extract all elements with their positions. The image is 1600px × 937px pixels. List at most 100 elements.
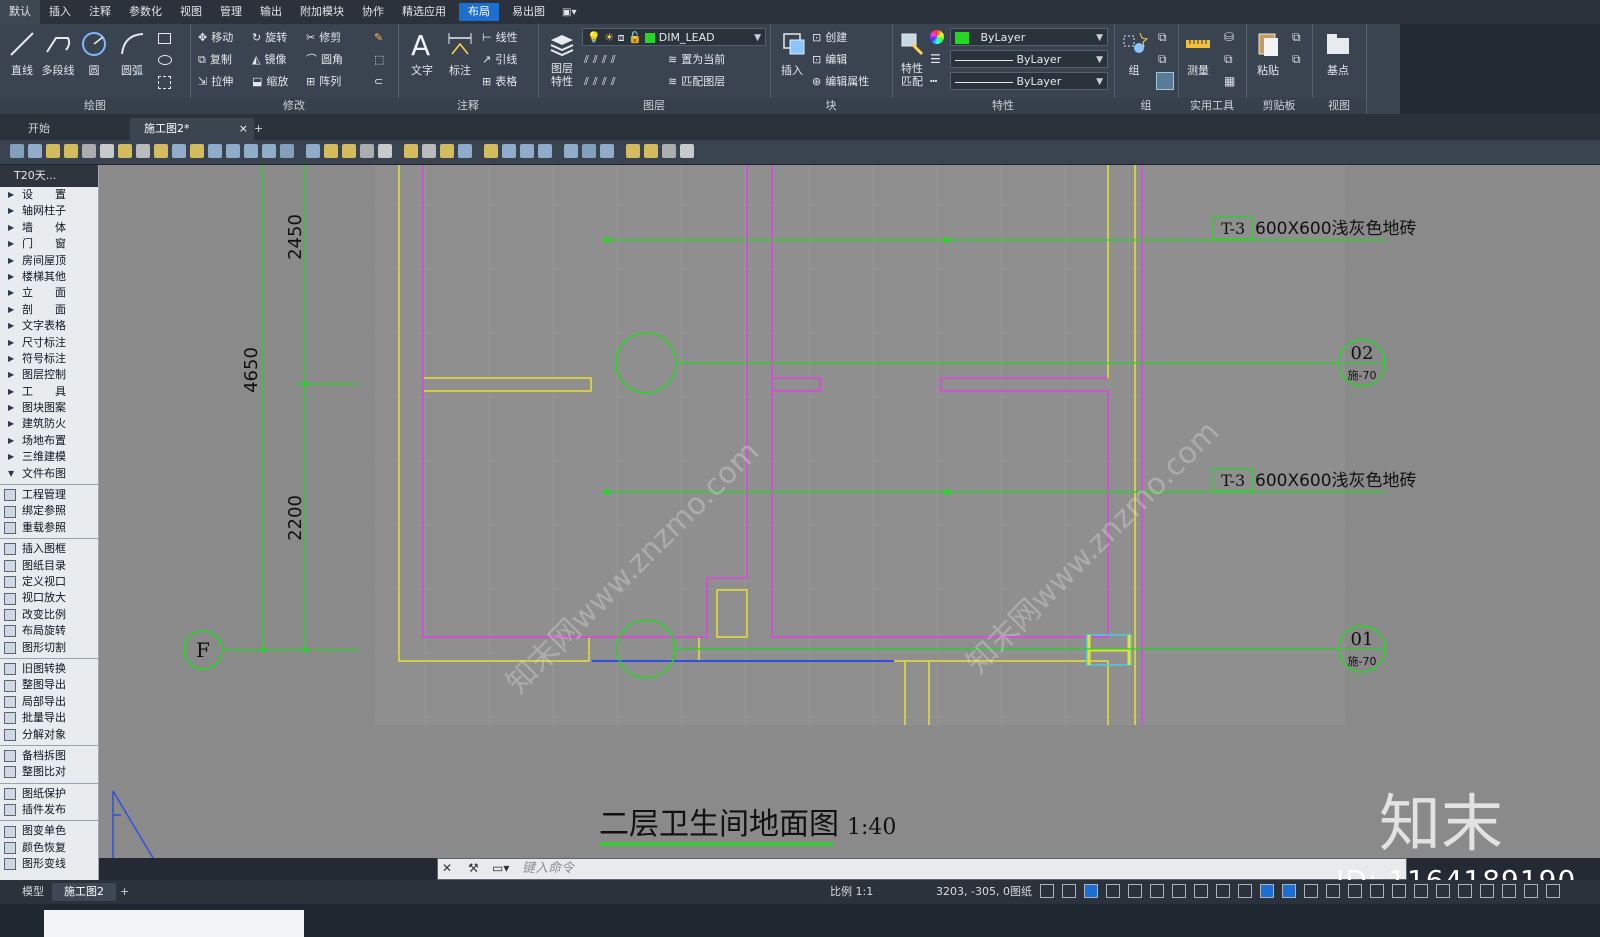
layer-tool-icon-2[interactable]	[46, 144, 60, 158]
line-button[interactable]: 直线	[2, 24, 42, 78]
view-panel-footer[interactable]: 视图	[1312, 98, 1366, 114]
layer-properties-button[interactable]: 图层 特性	[542, 24, 582, 88]
t20-cmd-group3-0[interactable]: 旧图转换	[0, 661, 98, 677]
layer-tool-icon-29[interactable]	[564, 144, 578, 158]
draw-panel-footer[interactable]: 绘图	[0, 98, 190, 114]
t20-cmd-group5-0[interactable]: 图纸保护	[0, 786, 98, 802]
status-toggle-icon-6[interactable]	[1172, 884, 1186, 898]
layer-tool-icon-6[interactable]	[118, 144, 132, 158]
layer-tool-icon-35[interactable]	[680, 144, 694, 158]
wrench-icon[interactable]: ⚒	[468, 861, 479, 875]
clipboard-panel-footer[interactable]: 剪贴板	[1246, 98, 1312, 114]
t20-cmd-group3-4[interactable]: 分解对象	[0, 727, 98, 743]
quick-select-icon[interactable]: ⛁	[1224, 30, 1234, 44]
arc-button[interactable]: 圆弧	[112, 24, 152, 78]
t20-menu-8[interactable]: ▶ 文字表格	[0, 318, 98, 334]
cut-icon[interactable]: ⧉	[1292, 30, 1301, 45]
t20-cmd-group2-0[interactable]: 插入图框	[0, 541, 98, 557]
lineweight-dropdown[interactable]: ByLayer ▼	[950, 50, 1108, 68]
status-toggle-icon-16[interactable]	[1392, 884, 1406, 898]
layer-tool-icon-7[interactable]	[136, 144, 150, 158]
t20-cmd-group4-1[interactable]: 整图比对	[0, 764, 98, 780]
status-toggle-icon-13[interactable]	[1326, 884, 1340, 898]
layer-unisolate-icon[interactable]: ⫽	[593, 72, 598, 92]
menu-item-11[interactable]: 易出图	[503, 0, 554, 24]
status-toggle-icon-11[interactable]	[1282, 884, 1296, 898]
match-layer-button[interactable]: ≋ 匹配图层	[668, 72, 725, 92]
ellipse-button[interactable]	[158, 50, 172, 70]
status-toggle-icon-2[interactable]	[1084, 884, 1098, 898]
layer-tool-icon-22[interactable]	[422, 144, 436, 158]
close-icon[interactable]: ✕	[442, 861, 452, 875]
annotation-panel-footer[interactable]: 注释	[398, 98, 538, 114]
t20-menu-15[interactable]: ▶ 场地布置	[0, 433, 98, 449]
layer-tool-icon-4[interactable]	[82, 144, 96, 158]
status-toggle-icon-18[interactable]	[1436, 884, 1450, 898]
t20-menu-17[interactable]: ▼ 文件布图	[0, 466, 98, 482]
layer-tool-icon-5[interactable]	[100, 144, 114, 158]
t20-menu-3[interactable]: ▶ 门 窗	[0, 236, 98, 252]
scale-readout[interactable]: 比例 1:1	[830, 883, 873, 901]
status-toggle-icon-12[interactable]	[1304, 884, 1318, 898]
trim-button[interactable]: ✂ 修剪	[306, 28, 341, 48]
mirror-button[interactable]: ◭ 镜像	[252, 50, 286, 70]
status-toggle-icon-14[interactable]	[1348, 884, 1362, 898]
menu-item-8[interactable]: 协作	[353, 0, 393, 24]
t20-menu-1[interactable]: ▶ 轴网柱子	[0, 203, 98, 219]
polyline-button[interactable]: 多段线	[38, 24, 78, 78]
status-toggle-icon-17[interactable]	[1414, 884, 1428, 898]
status-toggle-icon-1[interactable]	[1062, 884, 1076, 898]
layer-tool-icon-19[interactable]	[360, 144, 374, 158]
fillet-button[interactable]: ⌒ 圆角	[306, 50, 343, 70]
set-current-button[interactable]: ≋ 置为当前	[668, 50, 725, 70]
t20-menu-7[interactable]: ▶ 剖 面	[0, 302, 98, 318]
status-toggle-icon-23[interactable]	[1546, 884, 1560, 898]
layer-on-icon[interactable]: ⫽	[584, 72, 589, 92]
add-layout-button[interactable]: +	[114, 883, 135, 901]
edit-attribute-button[interactable]: ⊛ 编辑属性	[812, 72, 869, 92]
calculator-icon[interactable]: ▦	[1224, 74, 1235, 88]
t20-menu-0[interactable]: ▶ 设 置	[0, 187, 98, 203]
status-toggle-icon-22[interactable]	[1524, 884, 1538, 898]
command-history-icon[interactable]: ▭▾	[492, 861, 509, 875]
layer-tool-icon-20[interactable]	[378, 144, 392, 158]
menu-item-9[interactable]: 精选应用	[393, 0, 455, 24]
circle-button[interactable]: 圆	[74, 24, 114, 78]
group-edit-icon[interactable]: ⧉	[1158, 52, 1167, 67]
offset-button[interactable]: ⊂	[374, 72, 383, 92]
layer-tool-icon-33[interactable]	[644, 144, 658, 158]
layer-tool-icon-12[interactable]	[226, 144, 240, 158]
erase-button[interactable]: ✎	[374, 28, 383, 48]
copy-button[interactable]: ⧉ 复制	[198, 50, 232, 70]
block-panel-footer[interactable]: 块	[770, 98, 892, 114]
menu-item-1[interactable]: 插入	[40, 0, 80, 24]
layer-tool-icon-11[interactable]	[208, 144, 222, 158]
layer-isolate-icon[interactable]: ⫽	[593, 50, 598, 70]
t20-cmd-group2-2[interactable]: 定义视口	[0, 574, 98, 590]
layer-tool-icon-17[interactable]	[324, 144, 338, 158]
status-toggle-icon-10[interactable]	[1260, 884, 1274, 898]
t20-menu-2[interactable]: ▶ 墙 体	[0, 220, 98, 236]
layer-tool-icon-0[interactable]	[10, 144, 24, 158]
menu-item-3[interactable]: 参数化	[120, 0, 171, 24]
t20-cmd-group2-1[interactable]: 图纸目录	[0, 558, 98, 574]
layer-lock-icon[interactable]: ⫽	[611, 50, 616, 70]
tab-drawing[interactable]: 施工图2* ×	[130, 118, 254, 140]
menu-item-10[interactable]: 布局	[459, 3, 499, 21]
t20-menu-11[interactable]: ▶ 图层控制	[0, 367, 98, 383]
t20-cmd-group2-5[interactable]: 布局旋转	[0, 623, 98, 639]
layer-tool-icon-21[interactable]	[404, 144, 418, 158]
layer-tool-icon-26[interactable]	[502, 144, 516, 158]
status-toggle-icon-3[interactable]	[1106, 884, 1120, 898]
status-toggle-icon-7[interactable]	[1194, 884, 1208, 898]
status-toggle-icon-4[interactable]	[1128, 884, 1142, 898]
group-select-icon[interactable]	[1156, 72, 1174, 90]
status-toggle-icon-19[interactable]	[1458, 884, 1472, 898]
layer-tool-icon-14[interactable]	[262, 144, 276, 158]
layer-tool-icon-15[interactable]	[280, 144, 294, 158]
layer-tool-icon-13[interactable]	[244, 144, 258, 158]
t20-menu-9[interactable]: ▶ 尺寸标注	[0, 335, 98, 351]
measure-button[interactable]: 测量	[1178, 24, 1218, 78]
tab-start[interactable]: 开始	[14, 118, 64, 140]
table-button[interactable]: ⊞ 表格	[482, 72, 517, 92]
